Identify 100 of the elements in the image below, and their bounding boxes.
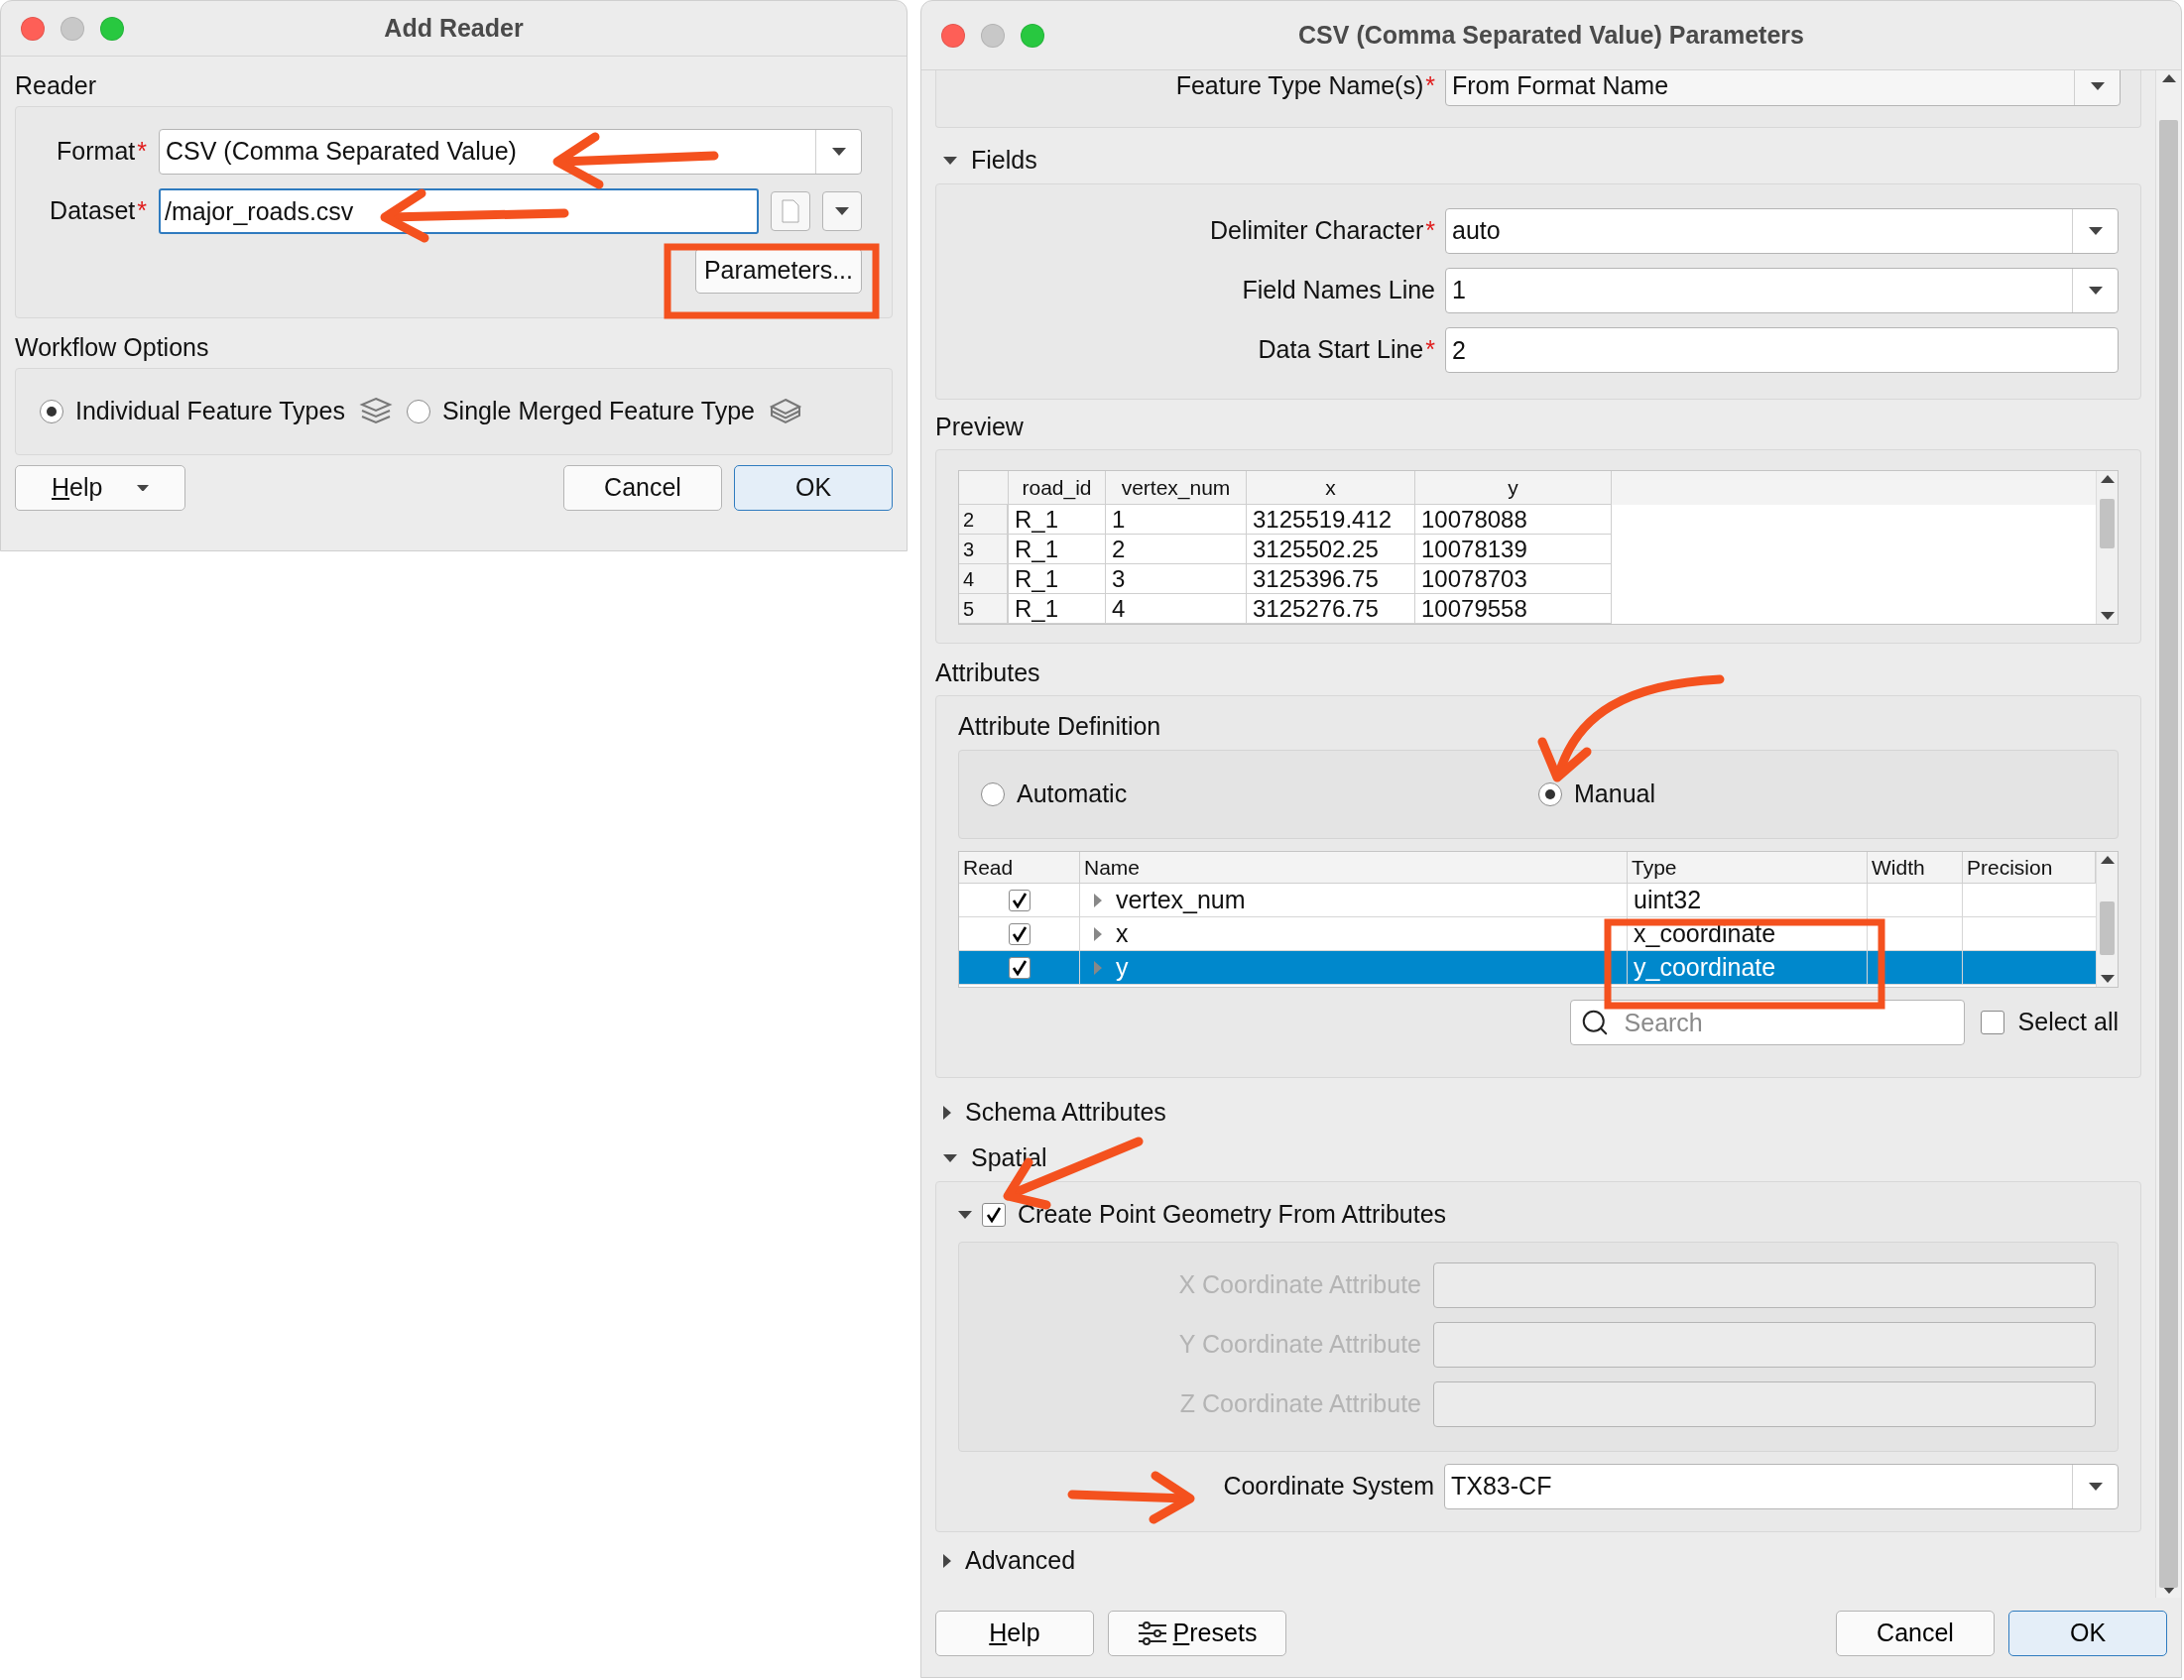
- window-title: Add Reader: [383, 12, 525, 44]
- input-field[interactable]: [1433, 1262, 2096, 1308]
- checkbox-option[interactable]: Create Point Geometry From Attributes: [982, 1196, 1447, 1234]
- caret-icon: [835, 207, 849, 215]
- checkbox[interactable]: [1980, 1011, 2004, 1034]
- file-button[interactable]: [771, 191, 810, 231]
- caret-icon: [2100, 475, 2115, 483]
- radio-option[interactable]: Automatic: [981, 776, 1538, 813]
- radio-option[interactable]: Single Merged Feature Type: [406, 393, 755, 430]
- row-number: 5: [959, 594, 1009, 624]
- field-label: Data Start Line: [1258, 334, 1424, 366]
- table-row[interactable]: vertex_num uint32: [959, 884, 2096, 917]
- required-mark: *: [1425, 70, 1435, 102]
- section-label: Attribute Definition: [958, 711, 1162, 742]
- table-cell-text: y: [1115, 951, 1129, 983]
- maximize-button[interactable]: [1021, 23, 1044, 48]
- ok-button[interactable]: OK: [734, 465, 893, 511]
- caret-icon: [1094, 893, 1102, 907]
- dropdown-button[interactable]: [822, 191, 862, 231]
- table-cell: 3125502.25: [1247, 535, 1415, 564]
- caret-icon: [831, 148, 846, 156]
- field-label: Field Names Line: [1242, 275, 1435, 306]
- required-mark: *: [1425, 334, 1435, 366]
- row-number: 3: [959, 535, 1009, 564]
- scrollbar[interactable]: [2155, 70, 2181, 1598]
- table-row[interactable]: y y_coordinate: [959, 951, 2096, 985]
- caret-icon: [2088, 1483, 2103, 1491]
- section-header[interactable]: Fields: [935, 138, 1037, 183]
- dropdown[interactable]: 1: [1445, 268, 2119, 313]
- checkbox-option[interactable]: Select all: [1980, 1004, 2119, 1041]
- required-mark: *: [137, 136, 147, 168]
- column-header[interactable]: road_id: [1009, 471, 1106, 505]
- scrollbar-thumb[interactable]: [2100, 499, 2115, 548]
- layers-icon: [358, 397, 393, 426]
- help-button[interactable]: Help: [15, 465, 185, 511]
- section-label: Preview: [935, 411, 1025, 442]
- scrollbar[interactable]: [2096, 852, 2118, 987]
- close-button[interactable]: [21, 16, 45, 41]
- checkbox[interactable]: [1008, 922, 1031, 945]
- checkbox[interactable]: [1008, 956, 1031, 979]
- section-label: Reader: [15, 70, 97, 100]
- dropdown[interactable]: From Format Name: [1445, 70, 2121, 106]
- close-button[interactable]: [941, 23, 965, 48]
- caret-icon: [2100, 856, 2115, 864]
- section-label: Workflow Options: [15, 332, 210, 362]
- checkbox[interactable]: [982, 1203, 1006, 1227]
- minimize-button[interactable]: [61, 16, 84, 41]
- caret-icon: [943, 1554, 951, 1568]
- field-label: Coordinate System: [1223, 1471, 1434, 1502]
- caret-icon: [943, 157, 957, 165]
- checkbox[interactable]: [1008, 889, 1031, 911]
- caret-icon: [2088, 287, 2103, 295]
- cancel-button[interactable]: Cancel: [1836, 1611, 1995, 1656]
- cancel-button[interactable]: Cancel: [563, 465, 722, 511]
- presets-button[interactable]: Presets: [1108, 1611, 1286, 1656]
- table-cell: R_1: [1009, 594, 1106, 624]
- field-label: Dataset: [50, 195, 136, 227]
- caret-icon: [2088, 227, 2103, 235]
- caret-icon: [137, 484, 149, 492]
- required-mark: *: [137, 195, 147, 227]
- table-cell: 3125276.75: [1247, 594, 1415, 624]
- dropdown[interactable]: CSV (Comma Separated Value): [159, 129, 862, 175]
- table-cell: 2: [1106, 535, 1247, 564]
- radio-option[interactable]: Individual Feature Types: [40, 393, 345, 430]
- dropdown[interactable]: auto: [1445, 208, 2119, 254]
- table-cell: 10078088: [1415, 505, 1612, 535]
- help-button[interactable]: Help: [935, 1611, 1094, 1656]
- dropdown[interactable]: TX83-CF: [1444, 1464, 2119, 1509]
- input-field[interactable]: [1433, 1322, 2096, 1368]
- scrollbar[interactable]: [2096, 471, 2118, 624]
- row-number: 2: [959, 505, 1009, 535]
- section-header[interactable]: Schema Attributes: [935, 1090, 1166, 1136]
- table-cell: 3125519.412: [1247, 505, 1415, 535]
- column-header[interactable]: vertex_num: [1106, 471, 1247, 505]
- table-cell: 3: [1106, 564, 1247, 594]
- ok-button[interactable]: OK: [2008, 1611, 2167, 1656]
- section-label: Attributes: [935, 657, 1041, 688]
- section-header[interactable]: Advanced: [935, 1538, 1076, 1584]
- parameters-button[interactable]: Parameters...: [694, 248, 862, 294]
- scrollbar-thumb[interactable]: [2159, 120, 2178, 1588]
- maximize-button[interactable]: [100, 16, 124, 41]
- section-header[interactable]: Spatial: [935, 1136, 1047, 1181]
- scrollbar-thumb[interactable]: [2100, 901, 2115, 955]
- radio-option[interactable]: Manual: [1538, 776, 2096, 813]
- minimize-button[interactable]: [981, 23, 1005, 48]
- input-field[interactable]: [1433, 1381, 2096, 1427]
- table-cell: 1: [1106, 505, 1247, 535]
- caret-icon: [2161, 1586, 2176, 1594]
- table-cell: 10078139: [1415, 535, 1612, 564]
- column-header[interactable]: x: [1247, 471, 1415, 505]
- input-field[interactable]: /major_roads.csv: [159, 188, 759, 234]
- caret-icon: [943, 1154, 957, 1162]
- column-header[interactable]: y: [1415, 471, 1612, 505]
- table-cell: 10079558: [1415, 594, 1612, 624]
- table-cell: 3125396.75: [1247, 564, 1415, 594]
- table-cell-text: x: [1115, 917, 1129, 949]
- window-title: CSV (Comma Separated Value) Parameters: [1297, 19, 1805, 51]
- table-cell: R_1: [1009, 535, 1106, 564]
- input-field[interactable]: 2: [1445, 327, 2119, 373]
- table-row[interactable]: x x_coordinate: [959, 917, 2096, 951]
